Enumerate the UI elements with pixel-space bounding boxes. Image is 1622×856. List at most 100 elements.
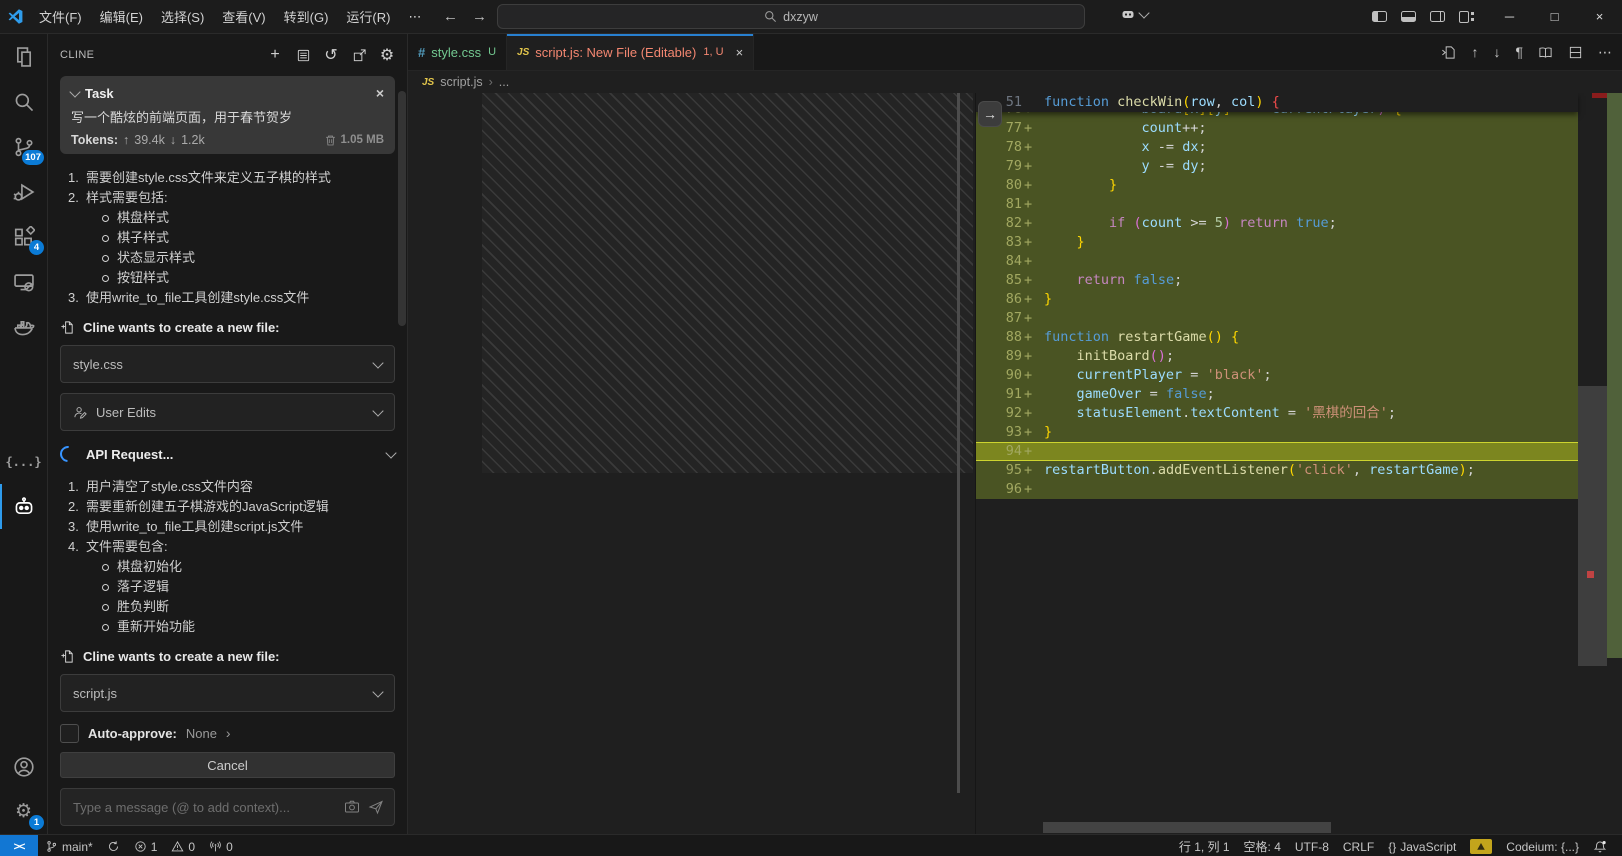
vertical-scrollbar[interactable] [1578,386,1607,666]
file-dropdown-script-js[interactable]: script.js [60,674,395,712]
settings-gear-icon[interactable]: ⚙1 [0,789,47,834]
list-item: 3.使用write_to_file工具创建script.js文件 [60,517,395,537]
list-item-text: 棋子样式 [117,228,169,248]
account-icon[interactable] [0,744,47,789]
sync-button[interactable] [100,835,127,856]
code-text: } [1038,176,1117,195]
git-branch[interactable]: main* [38,835,100,856]
back-button[interactable]: ← [443,8,458,25]
open-changes-icon[interactable] [1441,45,1456,60]
codeium-status[interactable]: Codeium: {...} [1499,835,1586,856]
indentation[interactable]: 空格: 4 [1237,835,1288,856]
warnings-count[interactable]: 0 [164,835,202,856]
breadcrumb[interactable]: JS script.js › ... [408,71,1622,93]
remote-explorer-icon[interactable] [0,259,47,304]
camera-icon[interactable] [344,799,360,815]
files-icon[interactable] [0,34,47,79]
code-text: initBoard(); [1038,347,1174,366]
close-icon[interactable]: × [736,45,744,60]
ports-count[interactable]: 0 [202,835,240,856]
next-change-icon[interactable]: ↓ [1493,44,1500,60]
mcp-servers-icon[interactable] [295,47,311,63]
forward-button[interactable]: → [472,8,487,25]
more-actions-icon[interactable]: ⋯ [1598,44,1612,61]
search-icon[interactable] [0,79,47,124]
sticky-scroll-line[interactable]: 51function checkWin(row, col) { [976,93,1578,112]
encoding[interactable]: UTF-8 [1288,835,1336,856]
chevron-right-icon[interactable]: › [226,725,231,741]
send-icon[interactable] [368,799,384,815]
toggle-secondary-sidebar-icon[interactable] [1430,11,1445,22]
toggle-panel-icon[interactable] [1401,11,1416,22]
tab-script.js[interactable]: JSscript.js: New File (Editable)1, U× [507,34,754,70]
bullet-icon [100,617,117,637]
braces-icon[interactable]: {...} [0,439,47,484]
cancel-button[interactable]: Cancel [60,752,395,778]
diff-original-pane[interactable] [408,93,976,834]
trash-icon[interactable] [324,134,337,147]
file-dropdown-style-css[interactable]: style.css [60,345,395,383]
diff-swap-arrow-button[interactable]: → [978,101,1002,127]
vscode-window: 文件(F)编辑(E)选择(S)查看(V)转到(G)运行(R)⋯ ← → dxzy… [0,0,1622,856]
auto-approve-checkbox[interactable] [60,724,79,743]
cursor-position[interactable]: 行 1, 列 1 [1172,835,1237,856]
menu-item[interactable]: 运行(R) [337,0,399,33]
menu-item[interactable]: 转到(G) [275,0,338,33]
whitespace-icon[interactable]: ¶ [1515,44,1523,60]
status-text: 0 [226,840,233,854]
notifications-bell[interactable] [1586,835,1614,856]
run-debug-icon[interactable] [0,169,47,214]
user-edits-dropdown[interactable]: User Edits [60,393,395,431]
diff-added-marker: + [1022,176,1038,195]
task-card: Task × 写一个酷炫的前端页面，用于春节贺岁 Tokens: ↑ 39.4k… [60,76,395,154]
diff-added-marker: + [1022,290,1038,309]
diff-pane-scrollbar[interactable] [957,93,960,793]
copilot-button[interactable] [1120,6,1148,22]
diff-modified-pane[interactable]: 76+ board[x][y] === currentPlayer) {77+ … [976,93,1622,834]
tab-style.css[interactable]: #style.cssU [408,34,507,70]
docker-icon[interactable] [0,304,47,349]
menu-item[interactable]: ⋯ [399,0,430,33]
close-button[interactable]: × [1577,0,1622,33]
gold-extension-icon[interactable] [1463,835,1499,856]
open-in-editor-icon[interactable] [351,47,367,63]
menu-item[interactable]: 编辑(E) [91,0,152,33]
horizontal-scrollbar[interactable] [1043,822,1331,833]
chat-input-box [60,788,395,826]
menu-item[interactable]: 查看(V) [213,0,274,33]
menu-item[interactable]: 文件(F) [30,0,91,33]
customize-layout-icon[interactable] [1459,11,1475,22]
close-task-icon[interactable]: × [376,85,384,101]
new-task-icon[interactable]: + [267,47,283,63]
errors-count[interactable]: 1 [127,835,165,856]
minimize-button[interactable]: ─ [1487,0,1532,33]
line-number: 84 [976,252,1022,271]
chevron-down-icon[interactable] [69,86,80,97]
inline-view-icon[interactable] [1538,45,1553,60]
cline-robot-icon[interactable] [0,484,47,529]
previous-change-icon[interactable]: ↑ [1471,44,1478,60]
history-icon[interactable]: ↺ [323,47,339,63]
settings-gear-icon[interactable]: ⚙ [379,47,395,63]
list-item-text: 用户清空了style.css文件内容 [86,477,253,497]
remote-indicator[interactable]: >< [0,835,38,856]
source-control-icon[interactable]: 107 [0,124,47,169]
code-area[interactable]: 76+ board[x][y] === currentPlayer) {77+ … [976,100,1578,499]
extensions-icon[interactable]: 4 [0,214,47,259]
language-mode[interactable]: {}JavaScript [1381,835,1463,856]
leaves-icon[interactable] [0,394,47,439]
search-box[interactable]: dxzyw [497,4,1085,29]
menu-item[interactable]: 选择(S) [152,0,213,33]
message-input[interactable] [71,799,336,816]
tab-label: style.css [431,45,481,60]
loading-spinner-icon [57,443,80,466]
eol[interactable]: CRLF [1336,835,1381,856]
diff-added-marker: + [1022,233,1038,252]
list-marker: 3. [68,288,86,308]
toggle-primary-sidebar-icon[interactable] [1372,11,1387,22]
maximize-button[interactable]: □ [1532,0,1577,33]
windsurf-icon[interactable] [0,349,47,394]
api-request-header[interactable]: API Request... [60,445,395,463]
sidebar-scrollbar[interactable] [398,91,406,326]
split-editor-icon[interactable] [1568,45,1583,60]
